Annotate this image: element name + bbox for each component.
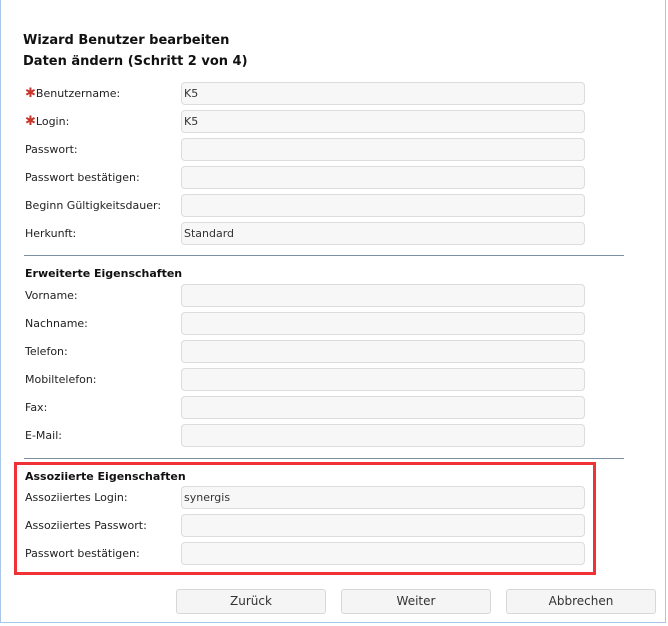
field-label-text: E-Mail: — [25, 429, 62, 442]
text-input[interactable]: K5 — [181, 110, 585, 133]
field-label-text: Beginn Gültigkeitsdauer: — [25, 199, 162, 212]
text-input[interactable] — [181, 340, 585, 363]
associated-heading: Assoziierte Eigenschaften — [25, 470, 186, 483]
field-label-text: Benutzername: — [35, 87, 121, 100]
wizard-title: Wizard Benutzer bearbeiten — [23, 33, 230, 48]
field-label: Telefon: — [25, 340, 68, 363]
field-label-text: Telefon: — [25, 345, 68, 358]
wizard-step-subtitle: Daten ändern (Schritt 2 von 4) — [23, 54, 248, 69]
field-label: Passwort bestätigen: — [25, 166, 140, 189]
required-icon: ✱ — [25, 86, 36, 101]
text-input[interactable] — [181, 312, 585, 335]
field-label-text: Vorname: — [25, 289, 78, 302]
text-input[interactable] — [181, 542, 585, 565]
field-label: Fax: — [25, 396, 47, 419]
text-input[interactable] — [181, 166, 585, 189]
field-label-text: Passwort: — [25, 143, 78, 156]
field-label-text: Fax: — [25, 401, 48, 414]
text-input[interactable] — [181, 424, 585, 447]
extended-heading: Erweiterte Eigenschaften — [25, 267, 183, 280]
section-divider — [24, 458, 624, 459]
text-input[interactable] — [181, 138, 585, 161]
field-label: ✱Benutzername: — [25, 82, 120, 105]
field-label-text: Assoziiertes Passwort: — [25, 519, 147, 532]
required-icon: ✱ — [25, 114, 36, 129]
field-label-text: Passwort bestätigen: — [25, 171, 140, 184]
field-label-text: Herkunft: — [25, 227, 77, 240]
field-label: Vorname: — [25, 284, 78, 307]
text-input[interactable] — [181, 396, 585, 419]
field-label: Herkunft: — [25, 222, 76, 245]
field-label-text: Nachname: — [25, 317, 88, 330]
cancel-button[interactable]: Abbrechen — [506, 589, 656, 614]
field-label: Passwort bestätigen: — [25, 542, 140, 565]
field-label: Assoziiertes Passwort: — [25, 514, 147, 537]
field-label: Nachname: — [25, 312, 88, 335]
field-label-text: Passwort bestätigen: — [25, 547, 140, 560]
back-button[interactable]: Zurück — [176, 589, 326, 614]
field-label: Passwort: — [25, 138, 78, 161]
text-input[interactable]: K5 — [181, 82, 585, 105]
section-divider — [24, 255, 624, 256]
field-label: E-Mail: — [25, 424, 62, 447]
text-input[interactable] — [181, 284, 585, 307]
field-label: Assoziiertes Login: — [25, 486, 128, 509]
field-label: ✱Login: — [25, 110, 69, 133]
text-input[interactable]: Standard — [181, 222, 585, 245]
field-label-text: Assoziiertes Login: — [25, 491, 128, 504]
text-input[interactable] — [181, 514, 585, 537]
field-label-text: Login: — [35, 115, 70, 128]
next-button[interactable]: Weiter — [341, 589, 491, 614]
field-label: Mobiltelefon: — [25, 368, 97, 391]
field-label-text: Mobiltelefon: — [25, 373, 97, 386]
text-input[interactable] — [181, 194, 585, 217]
text-input[interactable]: synergis — [181, 486, 585, 509]
field-label: Beginn Gültigkeitsdauer: — [25, 194, 161, 217]
text-input[interactable] — [181, 368, 585, 391]
